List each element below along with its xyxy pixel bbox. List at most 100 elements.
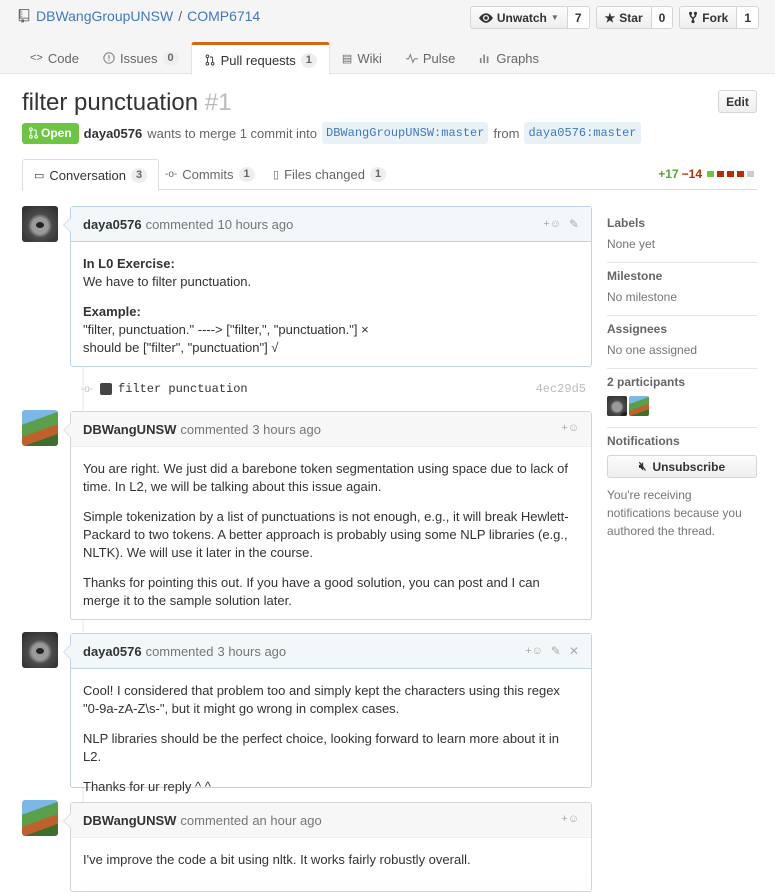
comment-header: DBWangUNSW commented an hour ago +☺ [71, 803, 591, 838]
comment-heading: Example: [83, 304, 141, 319]
comment-paragraph: I've improve the code a bit using nltk. … [83, 852, 471, 867]
unsubscribe-label: Unsubscribe [652, 459, 726, 474]
sidebar-assignees: Assignees No one assigned [607, 316, 757, 369]
diffstat-block-deleted [717, 171, 724, 177]
discussion-sidebar: Labels None yet Milestone No milestone A… [607, 210, 757, 551]
comment-header: daya0576 commented 10 hours ago +☺ ✎ [71, 207, 591, 242]
add-reaction-button[interactable]: +☺ [543, 218, 561, 230]
tab-files-changed[interactable]: ▯ Files changed 1 [262, 159, 397, 190]
sidebar-participants: 2 participants [607, 369, 757, 428]
tab-commits[interactable]: -o- Commits 1 [154, 159, 266, 190]
avatar[interactable] [22, 410, 58, 446]
participant-avatar[interactable] [607, 396, 627, 416]
comment-header: daya0576 commented 3 hours ago +☺ ✎ ✕ [71, 634, 591, 669]
pr-author-link[interactable]: daya0576 [84, 126, 143, 141]
add-reaction-button[interactable]: +☺ [561, 422, 579, 434]
comment-author[interactable]: DBWangUNSW [83, 813, 176, 828]
sidebar-value: No one assigned [607, 343, 698, 357]
comment-timestamp[interactable]: 3 hours ago [252, 422, 321, 437]
comment-timestamp[interactable]: 3 hours ago [217, 644, 286, 659]
tab-pull-requests[interactable]: Pull requests 1 [190, 42, 330, 75]
close-icon[interactable]: ✕ [569, 644, 579, 658]
star-button[interactable]: ★ Star [595, 6, 652, 29]
tab-label: Conversation [49, 167, 127, 183]
repo-nav: <> Code Issues 0 Pull requests 1 ▤ Wiki … [18, 42, 551, 75]
pencil-icon[interactable]: ✎ [551, 644, 561, 658]
pr-number: #1 [204, 89, 232, 116]
comment-paragraph: Cool! I considered that problem too and … [83, 683, 560, 716]
comment-actions: +☺ [561, 813, 579, 825]
repo-name-link[interactable]: COMP6714 [187, 8, 260, 24]
add-reaction-button[interactable]: +☺ [561, 813, 579, 825]
tab-graphs[interactable]: Graphs [467, 42, 551, 74]
sidebar-labels: Labels None yet [607, 210, 757, 263]
avatar[interactable] [22, 800, 58, 836]
sidebar-heading: Notifications [607, 434, 680, 448]
commit-icon: -o- [165, 169, 178, 180]
tab-code[interactable]: <> Code [18, 42, 91, 74]
graph-icon [480, 54, 489, 64]
add-reaction-button[interactable]: +☺ [525, 645, 543, 657]
avatar[interactable] [22, 632, 58, 668]
comment-pointer [63, 217, 71, 233]
sidebar-notifications: Notifications 🔇︎ Unsubscribe You're rece… [607, 428, 757, 551]
tab-pulse[interactable]: Pulse [394, 42, 468, 74]
chevron-down-icon: ▼ [550, 13, 559, 22]
fork-button[interactable]: Fork [679, 6, 738, 29]
repo-owner-link[interactable]: DBWangGroupUNSW [36, 8, 173, 24]
comment-text: "filter, punctuation." ----> ["filter,",… [83, 322, 369, 337]
avatar[interactable] [22, 206, 58, 242]
tab-label: Files changed [284, 167, 366, 182]
pencil-icon[interactable]: ✎ [569, 217, 579, 231]
repo-header: DBWangGroupUNSW / COMP6714 Unwatch ▼ 7 ★… [0, 0, 775, 75]
base-ref[interactable]: DBWangGroupUNSW:master [322, 122, 489, 144]
commit-icon: -o- [80, 383, 94, 395]
comment-paragraph: Thanks for ur reply ^ ^ [83, 779, 211, 794]
forks-count[interactable]: 1 [737, 6, 759, 29]
comment-author[interactable]: daya0576 [83, 644, 142, 659]
participant-avatar[interactable] [629, 396, 649, 416]
tab-issues[interactable]: Issues 0 [91, 42, 191, 74]
files-counter: 1 [370, 167, 387, 182]
unsubscribe-button[interactable]: 🔇︎ Unsubscribe [607, 455, 757, 478]
comment-author[interactable]: daya0576 [83, 217, 142, 232]
comment-paragraph: You are right. We just did a barebone to… [83, 461, 568, 494]
code-icon: <> [30, 52, 43, 64]
commit-author-avatar[interactable] [100, 383, 112, 395]
comment: daya0576 commented 10 hours ago +☺ ✎ In … [63, 206, 592, 367]
pull-request-icon [205, 54, 215, 66]
comment-action: commented [180, 812, 249, 828]
comment: daya0576 commented 3 hours ago +☺ ✎ ✕ Co… [63, 633, 592, 794]
tab-label: Pull requests [220, 52, 296, 68]
watchers-count[interactable]: 7 [567, 6, 590, 29]
comment-timestamp[interactable]: 10 hours ago [217, 217, 293, 232]
tab-conversation[interactable]: ▭ Conversation 3 [22, 159, 160, 191]
pr-meta-text: wants to merge 1 commit into [147, 125, 318, 141]
comment-body: Cool! I considered that problem too and … [71, 669, 591, 806]
stars-count[interactable]: 0 [651, 6, 674, 29]
comment: DBWangUNSW commented an hour ago +☺ I've… [63, 802, 592, 892]
status-badge: Open [22, 122, 79, 144]
comment-action: commented [145, 216, 214, 232]
tab-wiki[interactable]: ▤ Wiki [330, 42, 394, 74]
unwatch-button[interactable]: Unwatch ▼ [469, 6, 568, 29]
tab-label: Pulse [422, 50, 456, 66]
repo-title: DBWangGroupUNSW / COMP6714 [18, 8, 260, 24]
pull-request-icon [29, 127, 38, 139]
pulse-icon [405, 52, 418, 64]
comment-icon: ▭ [34, 169, 45, 182]
diffstat-block-added [707, 171, 714, 177]
comment-pointer [63, 813, 71, 829]
pull-requests-counter: 1 [300, 52, 317, 68]
commit-message-link[interactable]: filter punctuation [118, 382, 248, 396]
comment-timestamp[interactable]: an hour ago [252, 813, 321, 828]
comment-actions: +☺ ✎ ✕ [525, 644, 579, 658]
sidebar-heading: 2 participants [607, 375, 686, 389]
mute-icon: 🔇︎ [638, 459, 647, 473]
head-ref[interactable]: daya0576:master [524, 122, 641, 144]
commit-sha-link[interactable]: 4ec29d5 [536, 382, 586, 396]
edit-button[interactable]: Edit [718, 90, 757, 113]
timeline-line [82, 620, 84, 632]
repo-path-separator: / [178, 8, 183, 24]
comment-author[interactable]: DBWangUNSW [83, 422, 176, 437]
